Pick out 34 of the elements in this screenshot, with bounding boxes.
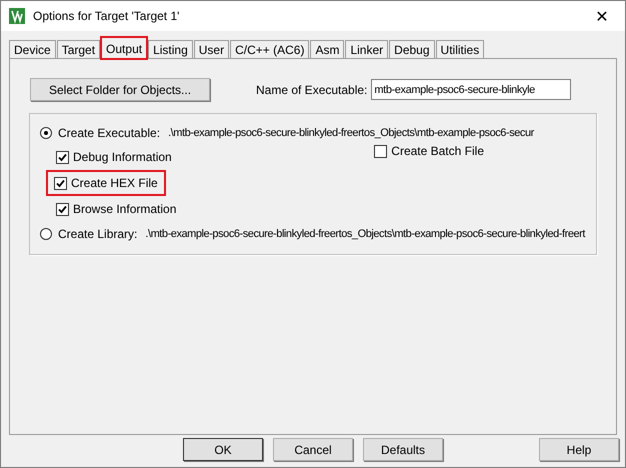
checkbox-label: Browse Information — [73, 202, 176, 216]
tab[interactable]: Utilities — [436, 40, 484, 59]
checkbox[interactable] — [54, 176, 67, 190]
tab[interactable]: Linker — [345, 40, 388, 59]
dialog-button[interactable]: Defaults — [363, 438, 443, 461]
close-button[interactable]: ✕ — [579, 1, 625, 31]
executable-name-label: Name of Executable: — [256, 82, 368, 96]
radio-button[interactable] — [40, 228, 52, 240]
tab[interactable]: User — [194, 40, 230, 59]
create-library-label: Create Library: — [58, 227, 138, 241]
checkbox[interactable] — [56, 150, 69, 164]
executable-path: .\mtb-example-psoc6-secure-blinkyled-freertos_Objects\mtb-example-psoc6-secur — [168, 127, 534, 139]
radio-button[interactable] — [40, 127, 52, 139]
create-executable-label: Create Executable: — [58, 126, 160, 140]
dialog-button[interactable]: Help — [539, 438, 619, 461]
dialog-button[interactable]: OK — [183, 438, 263, 461]
select-folder-button[interactable]: Select Folder for Objects... — [30, 78, 210, 101]
app-logo-icon — [9, 8, 25, 24]
tab[interactable]: Listing — [148, 40, 193, 59]
tab[interactable]: Target — [56, 40, 100, 59]
dialog-button[interactable]: Cancel — [273, 438, 353, 461]
tab[interactable]: C/C++ (AC6) — [230, 40, 310, 59]
executable-name-field[interactable]: mtb-example-psoc6-secure-blinkyle — [371, 79, 572, 100]
library-path: .\mtb-example-psoc6-secure-blinkyled-freertos_Objects\mtb-example-psoc6-secure-blinkyled-freert — [145, 228, 585, 240]
tab[interactable]: Device — [9, 40, 56, 59]
tab[interactable]: Asm — [310, 40, 344, 59]
checkbox[interactable] — [56, 202, 69, 216]
tab[interactable]: Output — [101, 37, 148, 59]
checkbox-label: Create Batch File — [391, 144, 484, 158]
checkbox[interactable] — [374, 144, 388, 158]
tab[interactable]: Debug — [389, 40, 435, 59]
checkbox-label: Debug Information — [73, 150, 172, 164]
window-title: Options for Target 'Target 1' — [33, 9, 180, 23]
checkbox-label: Create HEX File — [71, 176, 158, 190]
